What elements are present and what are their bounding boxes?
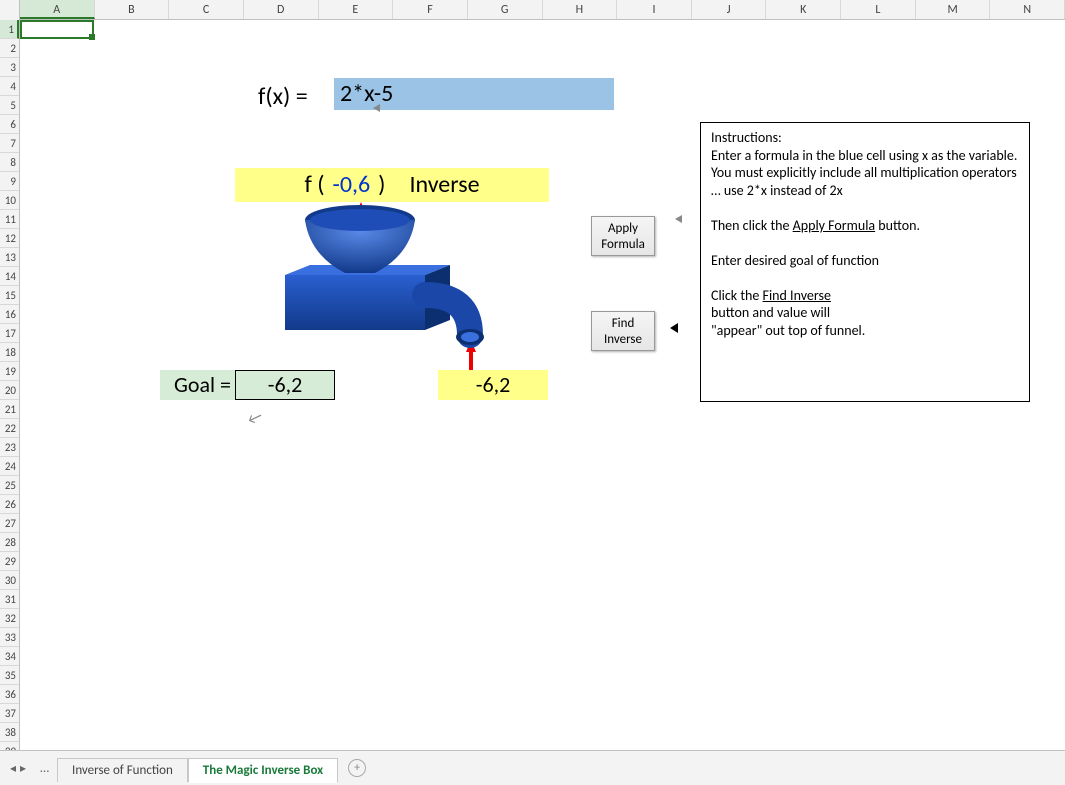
col-G[interactable]: G [468, 0, 543, 19]
apply-formula-button[interactable]: Apply Formula [591, 216, 655, 256]
row-1[interactable]: 1 [0, 20, 19, 39]
row-22[interactable]: 22 [0, 419, 19, 438]
col-H[interactable]: H [543, 0, 618, 19]
row-11[interactable]: 11 [0, 210, 19, 229]
row-31[interactable]: 31 [0, 590, 19, 609]
fx-label: f(x) = [258, 82, 308, 111]
row-4[interactable]: 4 [0, 77, 19, 96]
row-8[interactable]: 8 [0, 153, 19, 172]
output-value: -6,2 [438, 370, 548, 400]
instr-line: Instructions: [711, 129, 1019, 147]
find-line1: Find [612, 316, 635, 331]
row-6[interactable]: 6 [0, 115, 19, 134]
col-J[interactable]: J [692, 0, 767, 19]
row-headers: 1234567891011121314151617181920212223242… [0, 20, 20, 750]
row-2[interactable]: 2 [0, 39, 19, 58]
row-34[interactable]: 34 [0, 647, 19, 666]
goal-input[interactable]: -6,2 [235, 370, 335, 400]
col-I[interactable]: I [617, 0, 692, 19]
instructions-box: Instructions: Enter a formula in the blu… [700, 122, 1030, 402]
row-15[interactable]: 15 [0, 286, 19, 305]
row-5[interactable]: 5 [0, 96, 19, 115]
goal-label: Goal = [160, 370, 235, 400]
row-19[interactable]: 19 [0, 362, 19, 381]
row-12[interactable]: 12 [0, 229, 19, 248]
tab-nav[interactable]: ◂ ▸ [4, 761, 32, 776]
row-7[interactable]: 7 [0, 134, 19, 153]
row-38[interactable]: 38 [0, 723, 19, 742]
arrow-hook-icon: ↗ [245, 406, 265, 429]
row-24[interactable]: 24 [0, 457, 19, 476]
row-36[interactable]: 36 [0, 685, 19, 704]
row-10[interactable]: 10 [0, 191, 19, 210]
arrow-left-icon [675, 215, 682, 223]
row-14[interactable]: 14 [0, 267, 19, 286]
row-13[interactable]: 13 [0, 248, 19, 267]
row-35[interactable]: 35 [0, 666, 19, 685]
instr-line: Enter a formula in the blue cell using x… [711, 147, 1019, 200]
row-33[interactable]: 33 [0, 628, 19, 647]
instr-line: Then click the Apply Formula button. [711, 217, 1019, 235]
arrow-left-icon [373, 104, 380, 112]
tab-overflow-icon[interactable]: … [32, 761, 57, 776]
row-3[interactable]: 3 [0, 58, 19, 77]
sheet-tab-magic-inverse-box[interactable]: The Magic Inverse Box [188, 758, 338, 783]
new-sheet-button[interactable]: + [348, 759, 366, 777]
row-9[interactable]: 9 [0, 172, 19, 191]
col-A[interactable]: A [20, 0, 95, 19]
row-17[interactable]: 17 [0, 324, 19, 343]
find-line2: Inverse [604, 332, 642, 347]
find-inverse-button[interactable]: Find Inverse [591, 311, 655, 351]
col-E[interactable]: E [319, 0, 394, 19]
row-37[interactable]: 37 [0, 704, 19, 723]
row-25[interactable]: 25 [0, 476, 19, 495]
function-machine-icon [275, 195, 495, 355]
row-30[interactable]: 30 [0, 571, 19, 590]
col-D[interactable]: D [244, 0, 319, 19]
column-headers: A B C D E F G H I J K L M N [0, 0, 1065, 20]
row-23[interactable]: 23 [0, 438, 19, 457]
col-L[interactable]: L [841, 0, 916, 19]
select-all-box[interactable] [0, 0, 20, 20]
row-20[interactable]: 20 [0, 381, 19, 400]
apply-line1: Apply [608, 221, 638, 236]
col-C[interactable]: C [169, 0, 244, 19]
triangle-left-icon [670, 323, 678, 333]
instr-line: Click the Find Inverse button and value … [711, 287, 871, 340]
fill-handle[interactable] [89, 34, 95, 40]
row-28[interactable]: 28 [0, 533, 19, 552]
row-27[interactable]: 27 [0, 514, 19, 533]
row-26[interactable]: 26 [0, 495, 19, 514]
sheet-tab-inverse-of-function[interactable]: Inverse of Function [57, 758, 188, 782]
tab-prev-icon[interactable]: ◂ [10, 761, 16, 776]
row-16[interactable]: 16 [0, 305, 19, 324]
row-32[interactable]: 32 [0, 609, 19, 628]
row-29[interactable]: 29 [0, 552, 19, 571]
instr-line: Enter desired goal of function [711, 252, 1019, 270]
col-K[interactable]: K [766, 0, 841, 19]
selected-cell[interactable] [20, 20, 94, 39]
apply-line2: Formula [601, 237, 645, 252]
col-B[interactable]: B [95, 0, 170, 19]
row-18[interactable]: 18 [0, 343, 19, 362]
worksheet-canvas[interactable]: f(x) = 2*x-5 f ( -0,6 ) Inverse [20, 20, 1065, 750]
row-21[interactable]: 21 [0, 400, 19, 419]
tab-next-icon[interactable]: ▸ [20, 761, 26, 776]
sheet-tab-bar: ◂ ▸ … Inverse of Function The Magic Inve… [0, 750, 1065, 785]
col-N[interactable]: N [990, 0, 1065, 19]
col-M[interactable]: M [916, 0, 991, 19]
col-F[interactable]: F [393, 0, 468, 19]
